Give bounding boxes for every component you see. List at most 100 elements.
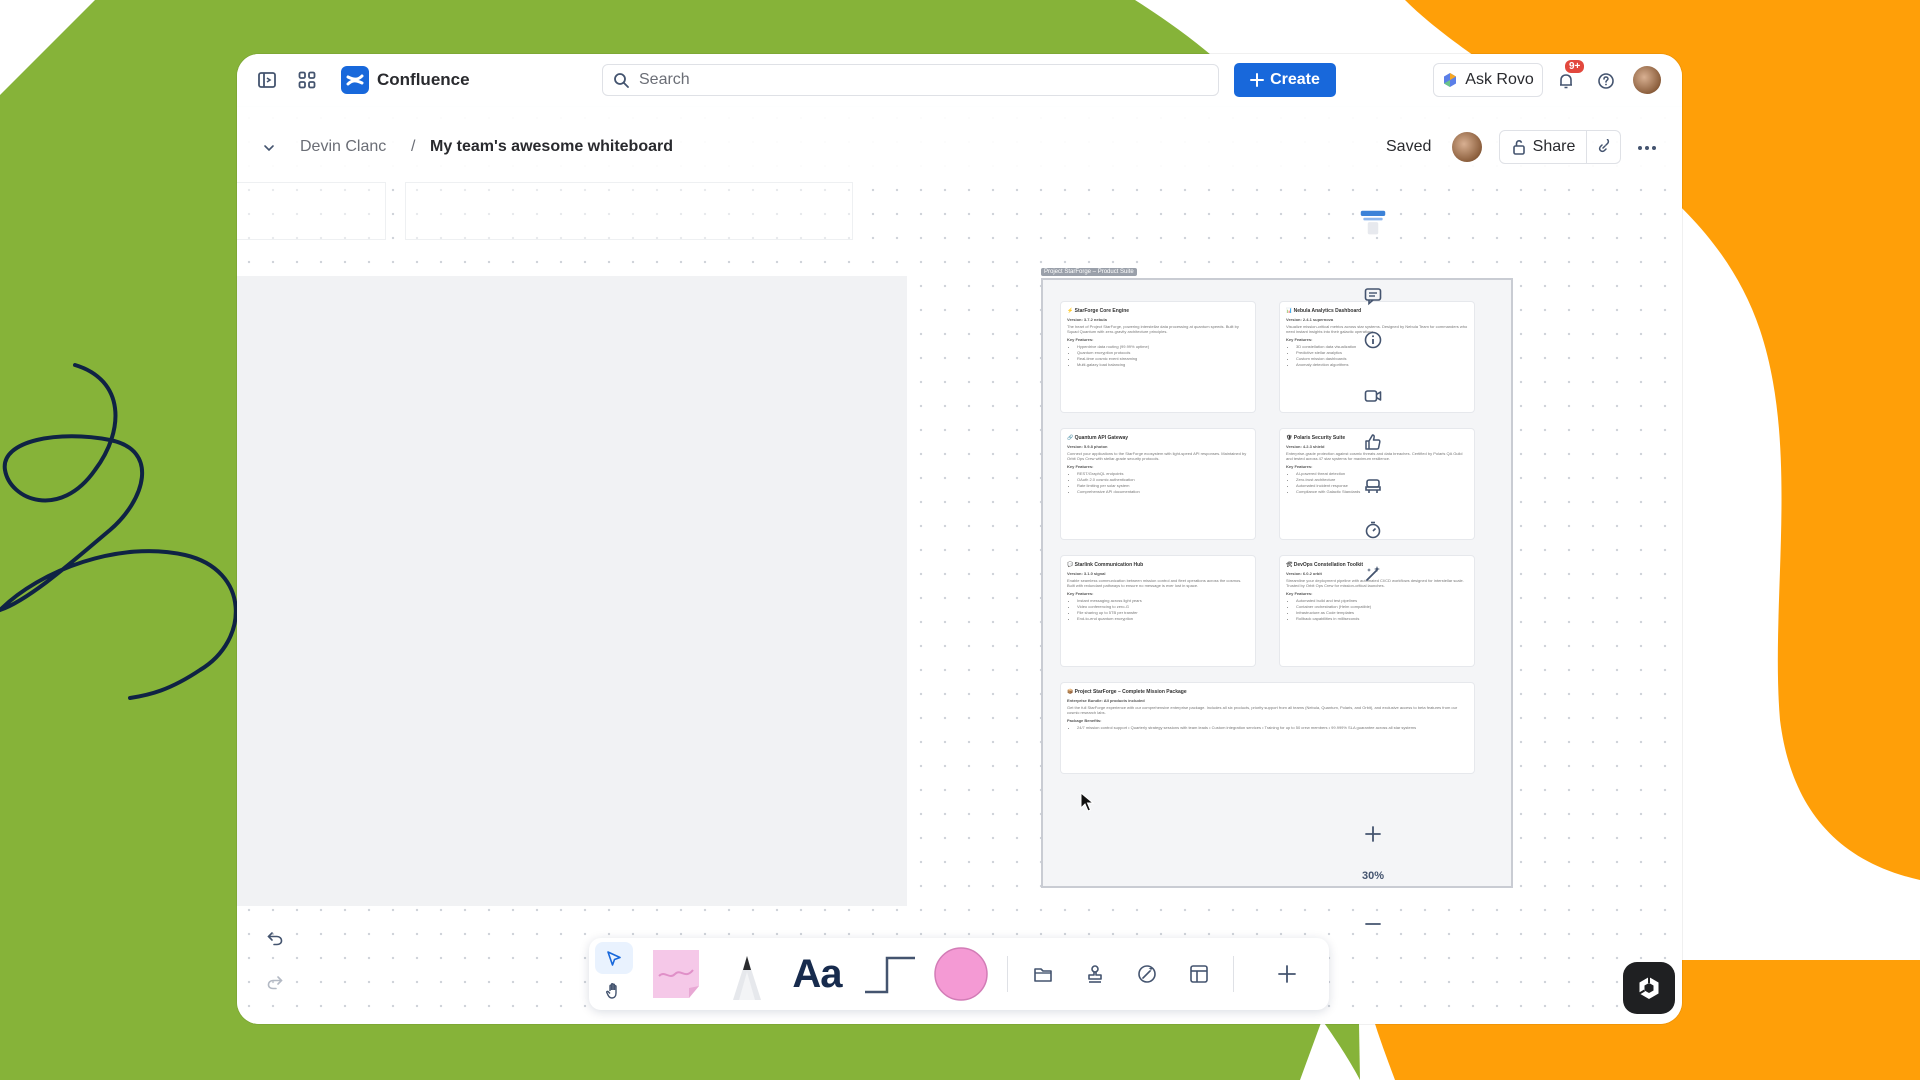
search-input[interactable]	[637, 70, 1201, 90]
card-version: Version: 2.4.1 supernova	[1286, 317, 1334, 322]
info-icon[interactable]	[1359, 326, 1387, 354]
timer-icon[interactable]	[1359, 516, 1387, 544]
add-tool-icon[interactable]	[1273, 960, 1301, 988]
app-panel-icon[interactable]	[1359, 208, 1387, 238]
card-description: Get the full StarForge experience with o…	[1067, 705, 1458, 715]
connector-tool-icon[interactable]	[863, 952, 917, 996]
ghost-element	[405, 182, 853, 240]
share-button[interactable]: Share	[1499, 130, 1587, 164]
frame-card[interactable]: ⚡ StarForge Core Engine Version: 3.7.2 ne…	[1061, 302, 1255, 412]
share-label: Share	[1532, 138, 1576, 155]
card-version: Version: 3.1.0 signal	[1067, 571, 1106, 576]
frame-label[interactable]: Project StarForge – Product Suite	[1041, 268, 1137, 276]
create-button[interactable]: Create	[1234, 63, 1336, 97]
plus-icon	[1250, 73, 1265, 87]
card-version: Version: 3.7.2 nebula	[1067, 317, 1107, 322]
card-version: Enterprise Bundle: All products included	[1067, 698, 1145, 703]
search-field[interactable]	[602, 64, 1219, 96]
card-feature-item: Multi-galaxy load balancing	[1077, 362, 1249, 368]
app-name: Confluence	[377, 70, 470, 89]
like-icon[interactable]	[1359, 428, 1387, 456]
comment-icon[interactable]	[1359, 282, 1387, 310]
copy-link-button[interactable]	[1587, 130, 1621, 164]
shape-tool[interactable]	[933, 946, 989, 1002]
rovo-logo-icon	[1638, 977, 1659, 999]
confluence-home-link[interactable]: Confluence	[341, 66, 470, 94]
card-features-label: Key Features:	[1286, 464, 1313, 469]
text-tool-label: Aa	[792, 951, 842, 996]
more-options-icon[interactable]	[1635, 136, 1659, 160]
sticky-note-tool[interactable]	[651, 946, 707, 1002]
card-feature-item: Comprehensive API documentation	[1077, 489, 1249, 495]
breadcrumb-separator: /	[411, 138, 416, 155]
breadcrumb-parent[interactable]: Devin Clanc	[300, 138, 396, 156]
card-features-label: Key Features:	[1067, 591, 1094, 596]
magic-wand-icon[interactable]	[1359, 560, 1387, 588]
unlock-icon	[1512, 139, 1525, 155]
notifications-badge: 9+	[1565, 60, 1585, 73]
card-version: Version: 5.9.8 photon	[1067, 444, 1108, 449]
ai-draw-icon[interactable]	[1133, 960, 1161, 988]
card-title: 📦 Project StarForge – Complete Mission P…	[1067, 689, 1187, 695]
confluence-window: Confluence Create Ask Rovo 9+ Devin Clan…	[237, 54, 1682, 1024]
top-navigation: Confluence Create Ask Rovo 9+	[237, 54, 1682, 107]
frame-card[interactable]: 💬 Starlink Communication Hub Version: 3.1…	[1061, 556, 1255, 666]
card-description: The heart of Project StarForge, powering…	[1067, 324, 1239, 334]
save-status: Saved	[1386, 138, 1432, 155]
card-feature-list: Instant messaging across light yearsVide…	[1067, 598, 1249, 622]
app-switcher-icon[interactable]	[295, 68, 319, 92]
card-feature-item: 24/7 mission control support • Quarterly…	[1077, 725, 1468, 731]
video-icon[interactable]	[1359, 382, 1387, 410]
search-icon	[614, 73, 629, 88]
chevron-down-icon[interactable]	[261, 140, 277, 156]
whiteboard-toolbar: Aa	[589, 938, 1329, 1010]
sidebar-toggle-icon[interactable]	[255, 68, 279, 92]
hand-tool-icon[interactable]	[601, 978, 627, 1004]
card-title: ⚡ StarForge Core Engine	[1067, 308, 1130, 314]
whiteboard-shape[interactable]	[237, 276, 907, 906]
card-features-label: Key Features:	[1067, 464, 1094, 469]
select-tool-icon[interactable]	[601, 946, 627, 972]
rovo-chat-button[interactable]	[1623, 962, 1675, 1014]
table-icon[interactable]	[1185, 960, 1213, 988]
help-icon[interactable]	[1595, 70, 1617, 92]
user-avatar[interactable]	[1633, 66, 1661, 94]
mouse-cursor-icon	[1080, 792, 1094, 812]
frame-card[interactable]: 🔗 Quantum API Gateway Version: 5.9.8 phot…	[1061, 429, 1255, 539]
zoom-in-icon[interactable]	[1359, 820, 1387, 848]
toolbar-divider	[1007, 956, 1008, 992]
notifications-icon[interactable]	[1555, 70, 1577, 92]
stamp-icon[interactable]	[1081, 960, 1109, 988]
zoom-out-icon[interactable]	[1359, 910, 1387, 938]
create-label: Create	[1270, 71, 1320, 88]
card-feature-list: Automated build and test pipelinesContai…	[1286, 598, 1468, 622]
ask-rovo-button[interactable]: Ask Rovo	[1433, 63, 1543, 97]
ghost-element	[237, 182, 386, 240]
folder-icon[interactable]	[1029, 960, 1057, 988]
ask-rovo-label: Ask Rovo	[1465, 71, 1534, 88]
card-feature-list: 24/7 mission control support • Quarterly…	[1067, 725, 1468, 731]
confluence-logo-icon	[341, 66, 369, 94]
zoom-level[interactable]: 30%	[1359, 870, 1387, 882]
frame-card[interactable]: 📦 Project StarForge – Complete Mission P…	[1061, 683, 1474, 773]
card-title: 💬 Starlink Communication Hub	[1067, 562, 1144, 568]
card-description: Connect your applications to the StarFor…	[1067, 451, 1247, 461]
page-title[interactable]: My team's awesome whiteboard	[430, 138, 673, 156]
rovo-icon	[1444, 73, 1457, 87]
template-icon[interactable]	[1359, 472, 1387, 500]
pen-tool[interactable]	[725, 948, 769, 1000]
card-features-label: Key Features:	[1286, 591, 1313, 596]
link-icon	[1598, 139, 1609, 153]
card-feature-item: Anomaly detection algorithms	[1296, 362, 1468, 368]
collaborator-avatar[interactable]	[1452, 132, 1482, 162]
redo-icon[interactable]	[263, 970, 287, 994]
toolbar-divider	[1233, 956, 1234, 992]
card-features-label: Package Benefits:	[1067, 718, 1102, 723]
text-tool[interactable]: Aa	[785, 948, 849, 1000]
card-title: 🔗 Quantum API Gateway	[1067, 435, 1129, 441]
undo-icon[interactable]	[263, 926, 287, 950]
card-feature-list: Hyperdrive data routing (99.99% uptime)Q…	[1067, 344, 1249, 368]
card-features-label: Key Features:	[1067, 337, 1094, 342]
card-feature-item: Rollback capabilities in milliseconds	[1296, 616, 1468, 622]
card-description: Enable seamless communication between mi…	[1067, 578, 1242, 588]
